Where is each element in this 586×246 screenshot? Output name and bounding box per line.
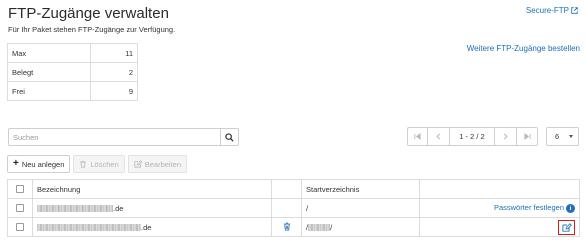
quota-row-max: Max 11: [7, 43, 138, 63]
column-header-actions: [419, 179, 580, 199]
row-icon-cell: [271, 198, 302, 218]
edit-icon: [561, 222, 572, 232]
order-more-accounts-link[interactable]: Weitere FTP-Zugänge bestellen: [467, 44, 580, 53]
plus-icon: +: [13, 158, 19, 169]
last-page-button[interactable]: [516, 127, 538, 146]
new-account-button[interactable]: + Neu anlegen: [7, 155, 71, 173]
quota-row-free: Frei 9: [7, 81, 138, 101]
quota-label: Belegt: [7, 62, 91, 82]
caret-down-icon: [569, 135, 573, 138]
start-dir-cell: / /: [301, 217, 420, 237]
redacted-text: [308, 224, 331, 232]
quota-value: 2: [90, 62, 138, 82]
search-input[interactable]: [8, 128, 220, 146]
column-header-empty: [271, 179, 302, 199]
external-link-icon: [571, 7, 578, 14]
search-bar: [8, 128, 239, 146]
start-dir-suffix: /: [330, 222, 333, 232]
edit-row-button[interactable]: [558, 219, 575, 235]
action-cell: Passwörter festlegen i: [419, 198, 580, 218]
new-account-label: Neu anlegen: [21, 159, 65, 169]
row-icon-cell: [271, 217, 302, 237]
trash-icon: [80, 160, 87, 168]
trash-icon[interactable]: [283, 222, 291, 231]
quota-row-used: Belegt 2: [7, 62, 138, 82]
row-checkbox[interactable]: [16, 204, 24, 212]
secure-ftp-link[interactable]: Secure-FTP: [526, 6, 578, 15]
chevron-left-icon: [436, 133, 441, 140]
redacted-text: [37, 205, 113, 213]
column-header-name[interactable]: Bezeichnung: [32, 179, 272, 199]
last-page-icon: [523, 133, 531, 140]
delete-label: Löschen: [90, 159, 119, 169]
select-all-cell: [7, 179, 33, 199]
edit-icon: [134, 160, 142, 168]
account-name-cell: .de: [32, 198, 272, 218]
per-page-select[interactable]: 6: [546, 127, 579, 146]
delete-button[interactable]: Löschen: [73, 155, 125, 173]
prev-page-button[interactable]: [427, 127, 450, 146]
quota-table: Max 11 Belegt 2 Frei 9: [7, 43, 138, 101]
info-icon[interactable]: i: [566, 203, 575, 213]
first-page-button[interactable]: [407, 127, 428, 146]
page-subtitle: Für Ihr Paket stehen FTP-Zugänge zur Ver…: [8, 25, 176, 34]
next-page-button[interactable]: [494, 127, 517, 146]
search-button[interactable]: [220, 128, 239, 146]
search-icon: [225, 132, 234, 142]
account-name-suffix: .de: [113, 203, 124, 213]
table-row[interactable]: .de / /: [7, 217, 580, 237]
quota-label: Frei: [7, 81, 91, 101]
ftp-accounts-table: Bezeichnung Startverzeichnis .de / Passw…: [7, 179, 580, 237]
first-page-icon: [414, 133, 421, 140]
account-name-cell: .de: [32, 217, 272, 237]
start-dir-cell: /: [301, 198, 420, 218]
table-header-row: Bezeichnung Startverzeichnis: [7, 179, 580, 199]
quota-label: Max: [7, 43, 91, 63]
page-info: 1 - 2 / 2: [449, 127, 495, 146]
secure-ftp-label: Secure-FTP: [525, 6, 569, 15]
column-header-start-dir[interactable]: Startverzeichnis: [301, 179, 420, 199]
redacted-text: [37, 224, 141, 232]
per-page-value: 6: [555, 132, 560, 141]
edit-button[interactable]: Bearbeiten: [127, 155, 188, 173]
quota-value: 11: [90, 43, 138, 63]
edit-label: Bearbeiten: [144, 159, 182, 169]
row-checkbox[interactable]: [16, 223, 24, 231]
pagination: 1 - 2 / 2: [407, 127, 538, 146]
toolbar: + Neu anlegen Löschen Bearbeiten: [7, 155, 188, 173]
page-title: FTP-Zugänge verwalten: [8, 5, 169, 22]
select-all-checkbox[interactable]: [16, 185, 24, 193]
table-row[interactable]: .de / Passwörter festlegen i: [7, 198, 580, 218]
chevron-right-icon: [503, 133, 508, 140]
quota-value: 9: [90, 81, 138, 101]
action-cell: [419, 217, 580, 237]
set-passwords-link[interactable]: Passwörter festlegen: [494, 203, 564, 212]
account-name-suffix: .de: [141, 222, 152, 232]
